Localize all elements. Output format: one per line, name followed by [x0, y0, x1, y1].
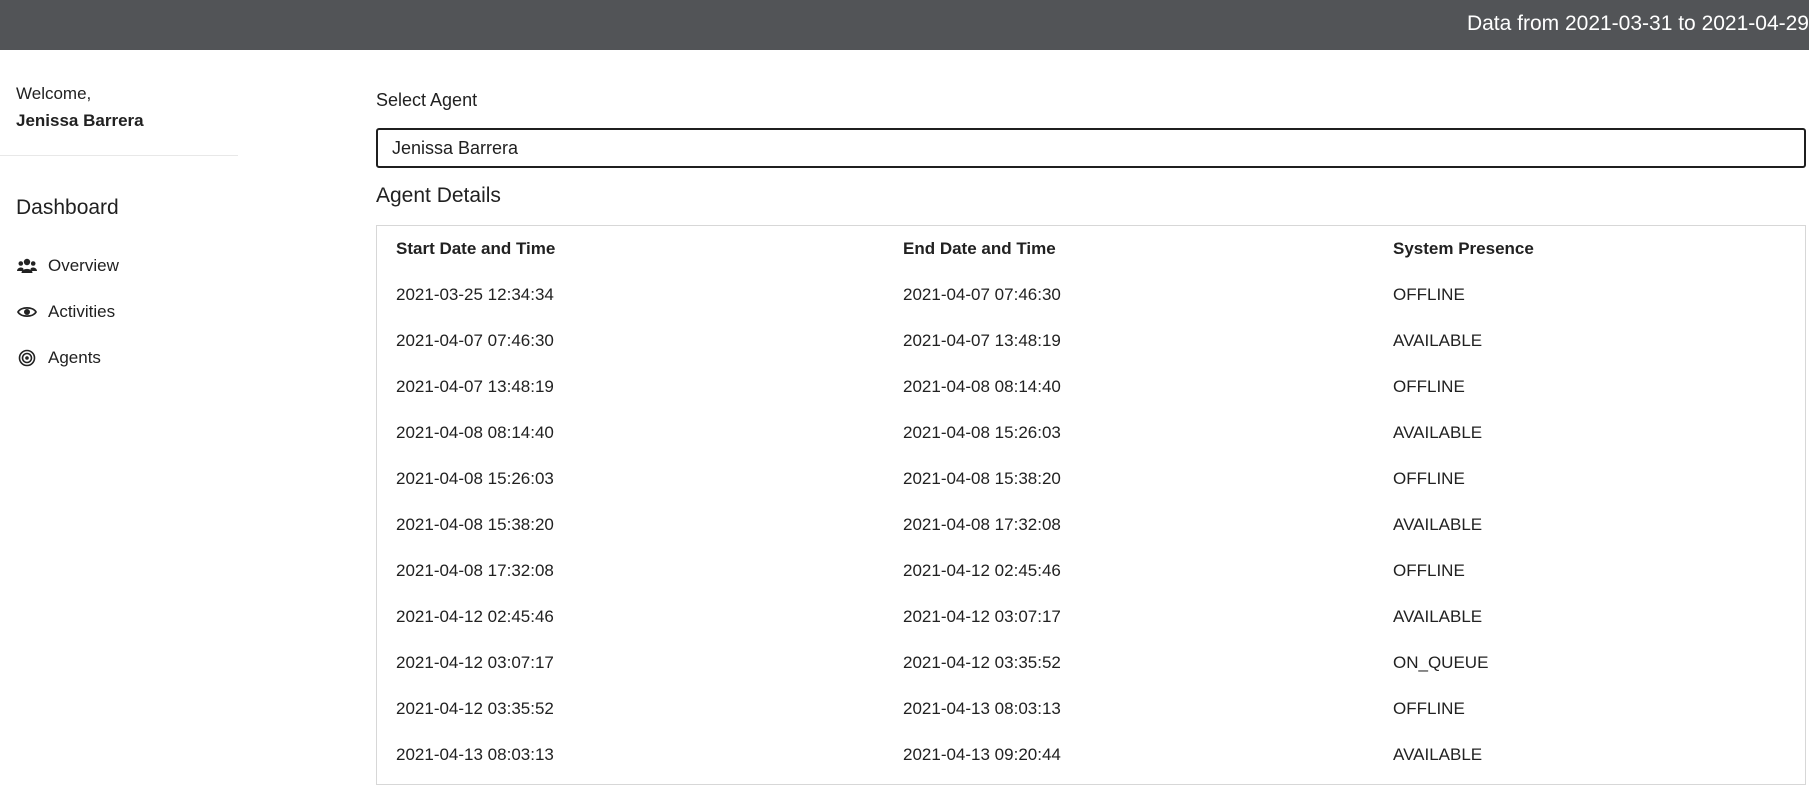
agent-details-table: Start Date and Time End Date and Time Sy…	[376, 225, 1806, 785]
cell-presence: OFFLINE	[1393, 699, 1465, 718]
cell-presence: AVAILABLE	[1393, 423, 1483, 442]
cell-presence: OFFLINE	[1393, 469, 1465, 488]
agent-details-title: Agent Details	[376, 184, 501, 207]
table-row: 2021-04-12 02:45:46 2021-04-12 03:07:17 …	[377, 594, 1805, 640]
eye-icon	[16, 301, 38, 323]
table-row: 2021-04-13 08:03:13 2021-04-13 09:20:44 …	[377, 732, 1805, 778]
table-row: 2021-04-12 03:35:52 2021-04-13 08:03:13 …	[377, 686, 1805, 732]
table-row: 2021-03-25 12:34:34 2021-04-07 07:46:30 …	[377, 272, 1805, 318]
cell-end: 2021-04-13 08:03:13	[903, 699, 1061, 718]
cell-end: 2021-04-08 08:14:40	[903, 377, 1061, 396]
users-icon	[16, 255, 38, 277]
table-row: 2021-04-08 17:32:08 2021-04-12 02:45:46 …	[377, 548, 1805, 594]
cell-end: 2021-04-07 13:48:19	[903, 331, 1061, 350]
cell-start: 2021-03-25 12:34:34	[396, 285, 554, 304]
cell-start: 2021-04-12 03:35:52	[396, 699, 554, 718]
table-row: 2021-04-12 03:07:17 2021-04-12 03:35:52 …	[377, 640, 1805, 686]
sidebar-item-label: Overview	[48, 256, 119, 275]
cell-end: 2021-04-12 03:07:17	[903, 607, 1061, 626]
cell-start: 2021-04-07 07:46:30	[396, 331, 554, 350]
cell-presence: AVAILABLE	[1393, 607, 1483, 626]
sidebar-nav: Overview Activities Agents	[16, 243, 119, 381]
sidebar-item-activities[interactable]: Activities	[16, 289, 119, 335]
table-row: 2021-04-08 15:26:03 2021-04-08 15:38:20 …	[377, 456, 1805, 502]
table-row: 2021-04-07 13:48:19 2021-04-08 08:14:40 …	[377, 364, 1805, 410]
table-row: 2021-04-08 15:38:20 2021-04-08 17:32:08 …	[377, 502, 1805, 548]
sidebar-item-label: Activities	[48, 302, 116, 321]
cell-end: 2021-04-12 03:35:52	[903, 653, 1061, 672]
agent-select[interactable]: Jenissa Barrera	[376, 128, 1806, 168]
cell-presence: AVAILABLE	[1393, 331, 1483, 350]
cell-start: 2021-04-12 02:45:46	[396, 607, 554, 626]
sidebar-item-agents[interactable]: Agents	[16, 335, 119, 381]
cell-start: 2021-04-08 08:14:40	[396, 423, 554, 442]
welcome-label: Welcome,	[16, 84, 92, 103]
date-range-label: Data from 2021-03-31 to 2021-04-29	[1466, 12, 1809, 35]
column-header-start[interactable]: Start Date and Time	[377, 226, 903, 272]
select-agent-label: Select Agent	[376, 90, 478, 110]
cell-end: 2021-04-07 07:46:30	[903, 285, 1061, 304]
cell-start: 2021-04-08 15:26:03	[396, 469, 554, 488]
dashboard-title: Dashboard	[16, 196, 119, 219]
cell-start: 2021-04-07 13:48:19	[396, 377, 554, 396]
cell-start: 2021-04-13 08:03:13	[396, 745, 554, 764]
cell-start: 2021-04-08 17:32:08	[396, 561, 554, 580]
cell-presence: AVAILABLE	[1393, 745, 1483, 764]
column-header-end[interactable]: End Date and Time	[903, 226, 1393, 272]
sidebar: Welcome, Jenissa Barrera Dashboard Overv…	[0, 50, 240, 777]
cell-presence: OFFLINE	[1393, 377, 1465, 396]
welcome-block: Welcome, Jenissa Barrera	[16, 80, 144, 134]
cell-presence: OFFLINE	[1393, 561, 1465, 580]
cell-presence: ON_QUEUE	[1393, 653, 1489, 672]
cell-presence: OFFLINE	[1393, 285, 1465, 304]
cell-end: 2021-04-12 02:45:46	[903, 561, 1061, 580]
table-row: 2021-04-08 08:14:40 2021-04-08 15:26:03 …	[377, 410, 1805, 456]
cell-end: 2021-04-08 15:26:03	[903, 423, 1061, 442]
user-name: Jenissa Barrera	[16, 111, 144, 130]
cell-end: 2021-04-13 09:20:44	[903, 745, 1061, 764]
sidebar-item-overview[interactable]: Overview	[16, 243, 119, 289]
table-row: 2021-04-07 07:46:30 2021-04-07 13:48:19 …	[377, 318, 1805, 364]
cell-presence: AVAILABLE	[1393, 515, 1483, 534]
cell-start: 2021-04-08 15:38:20	[396, 515, 554, 534]
column-header-presence[interactable]: System Presence	[1393, 226, 1805, 272]
cell-end: 2021-04-08 15:38:20	[903, 469, 1061, 488]
top-bar: Data from 2021-03-31 to 2021-04-29	[0, 0, 1809, 50]
cell-start: 2021-04-12 03:07:17	[396, 653, 554, 672]
cell-end: 2021-04-08 17:32:08	[903, 515, 1061, 534]
sidebar-divider	[0, 155, 238, 156]
sidebar-item-label: Agents	[48, 348, 101, 367]
target-icon	[16, 347, 38, 369]
table-header-row: Start Date and Time End Date and Time Sy…	[377, 226, 1805, 272]
agent-select-value: Jenissa Barrera	[392, 137, 519, 158]
